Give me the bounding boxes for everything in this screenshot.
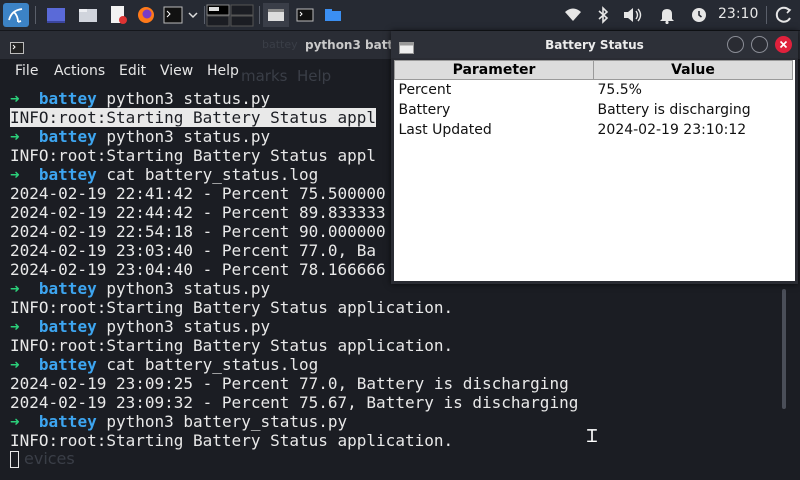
output-text: INFO:root:Starting Battery Status applic… (10, 336, 454, 355)
close-button[interactable] (775, 36, 792, 53)
panel-separator (204, 6, 205, 24)
prompt-directory: battey (38, 317, 97, 336)
prompt-command: python3 status.py (106, 317, 271, 336)
top-panel: 23:10 (0, 0, 800, 31)
prompt-directory: battey (38, 412, 97, 431)
table-header-row: Parameter Value (394, 60, 793, 80)
close-icon (779, 40, 788, 49)
value-cell: Battery is discharging (597, 102, 751, 118)
prompt-directory: battey (38, 165, 97, 184)
output-text: INFO:root:Starting Battery Status applic… (10, 298, 454, 317)
terminal-output-line: INFO:root:Starting Battery Status applic… (10, 298, 790, 317)
prompt-command: python3 battery_status.py (106, 412, 348, 431)
prompt-arrow-icon: ➜ (10, 317, 39, 336)
panel-separator (766, 6, 767, 24)
terminal-input-line (10, 450, 790, 469)
panel-clock[interactable]: 23:10 (718, 6, 758, 22)
text-editor-icon[interactable] (106, 3, 130, 27)
parameter-cell: Last Updated (398, 122, 492, 138)
output-text: 2024-02-19 22:44:42 - Percent 89.833333 (10, 203, 386, 222)
prompt-arrow-icon: ➜ (10, 412, 39, 431)
kali-menu-icon[interactable] (3, 3, 29, 27)
value-cell: 2024-02-19 23:10:12 (597, 122, 747, 138)
text-cursor-icon: Ɪ (587, 426, 598, 447)
column-header-value[interactable]: Value (593, 60, 793, 80)
prompt-command: cat battery_status.log (106, 165, 319, 184)
volume-icon[interactable] (622, 3, 644, 27)
battery-window-titlebar[interactable]: Battery Status (391, 31, 798, 58)
output-text: 2024-02-19 23:09:25 - Percent 77.0, Batt… (10, 374, 569, 393)
output-text: 2024-02-19 22:54:18 - Percent 90.000000 (10, 222, 386, 241)
terminal-output-line: INFO:root:Starting Battery Status applic… (10, 336, 790, 355)
menu-actions[interactable]: Actions (54, 63, 105, 79)
ghost-text: battey (262, 38, 298, 51)
parameter-cell: Battery (398, 102, 451, 118)
taskbar-terminal-icon[interactable] (292, 3, 318, 27)
menu-file[interactable]: File (15, 63, 38, 79)
firefox-icon[interactable] (134, 3, 158, 27)
output-text: 2024-02-19 23:03:40 - Percent 77.0, Ba (10, 241, 377, 260)
prompt-command: python3 status.py (106, 279, 271, 298)
prompt-command: python3 status.py (106, 127, 271, 146)
output-text: INFO:root:Starting Battery Status applic… (10, 431, 454, 450)
terminal-prompt-line: ➜ battey python3 battery_status.py (10, 412, 790, 431)
terminal-output-line: 2024-02-19 23:09:25 - Percent 77.0, Batt… (10, 374, 790, 393)
maximize-button[interactable] (751, 36, 768, 53)
terminal-cursor[interactable] (10, 451, 19, 468)
prompt-command: python3 status.py (106, 89, 271, 108)
prompt-arrow-icon: ➜ (10, 89, 39, 108)
power-icon[interactable] (688, 3, 710, 27)
taskbar-folder-icon[interactable] (320, 3, 346, 27)
prompt-directory: battey (38, 355, 97, 374)
prompt-directory: battey (38, 279, 97, 298)
chevron-down-icon[interactable] (186, 3, 200, 27)
battery-status-table: Parameter Value Percent 75.5% Battery Batte… (394, 60, 793, 140)
output-text: 2024-02-19 22:41:42 - Percent 75.500000 (10, 184, 386, 203)
table-row[interactable]: Battery Battery is discharging (395, 100, 793, 120)
output-text: INFO:root:Starting Battery Status appl (10, 146, 377, 165)
output-text: 2024-02-19 23:09:32 - Percent 75.67, Bat… (10, 393, 579, 412)
menu-edit[interactable]: Edit (119, 63, 146, 79)
wifi-icon[interactable] (562, 3, 584, 27)
terminal-output-line: INFO:root:Starting Battery Status applic… (10, 431, 790, 450)
terminal-prompt-line: ➜ battey python3 status.py (10, 317, 790, 336)
bluetooth-icon[interactable] (592, 3, 614, 27)
prompt-arrow-icon: ➜ (10, 127, 39, 146)
notification-bell-icon[interactable] (656, 3, 678, 27)
show-desktop-icon[interactable] (44, 3, 68, 27)
panel-separator (35, 6, 36, 24)
prompt-arrow-icon: ➜ (10, 165, 39, 184)
prompt-arrow-icon: ➜ (10, 355, 39, 374)
panel-separator (259, 6, 260, 24)
prompt-arrow-icon: ➜ (10, 279, 39, 298)
terminal-output-line: 2024-02-19 23:09:32 - Percent 75.67, Bat… (10, 393, 790, 412)
menu-view[interactable]: View (160, 63, 193, 79)
menu-help[interactable]: Help (207, 63, 239, 79)
column-header-parameter[interactable]: Parameter (394, 60, 594, 80)
refresh-icon[interactable] (772, 3, 796, 27)
output-text: INFO:root:Starting Battery Status appl (10, 108, 377, 127)
table-row[interactable]: Percent 75.5% (395, 80, 793, 101)
terminal-prompt-line: ➜ battey cat battery_status.log (10, 355, 790, 374)
table-body: Percent 75.5% Battery Battery is dischargin… (395, 80, 793, 141)
parameter-cell: Percent (398, 82, 452, 98)
ghost-text: marks (241, 67, 288, 85)
terminal-icon[interactable] (161, 3, 185, 27)
terminal-scrollbar[interactable] (782, 289, 786, 409)
prompt-command: cat battery_status.log (106, 355, 319, 374)
prompt-directory: battey (38, 89, 97, 108)
value-cell: 75.5% (597, 82, 642, 98)
table-row[interactable]: Last Updated 2024-02-19 23:10:12 (395, 120, 793, 140)
prompt-directory: battey (38, 127, 97, 146)
file-manager-icon[interactable] (76, 3, 100, 27)
taskbar-battery-window-icon[interactable] (263, 3, 289, 27)
ghost-text: Help (297, 67, 332, 85)
minimize-button[interactable] (727, 36, 744, 53)
battery-table-area: Parameter Value Percent 75.5% Battery Batte… (394, 60, 795, 281)
terminal-window-icon (10, 39, 24, 58)
output-text: 2024-02-19 23:04:40 - Percent 78.166666 (10, 260, 386, 279)
workspace-switcher-icon[interactable] (206, 3, 256, 27)
battery-status-window[interactable]: Battery Status Parameter Value Percent 75… (391, 31, 798, 284)
